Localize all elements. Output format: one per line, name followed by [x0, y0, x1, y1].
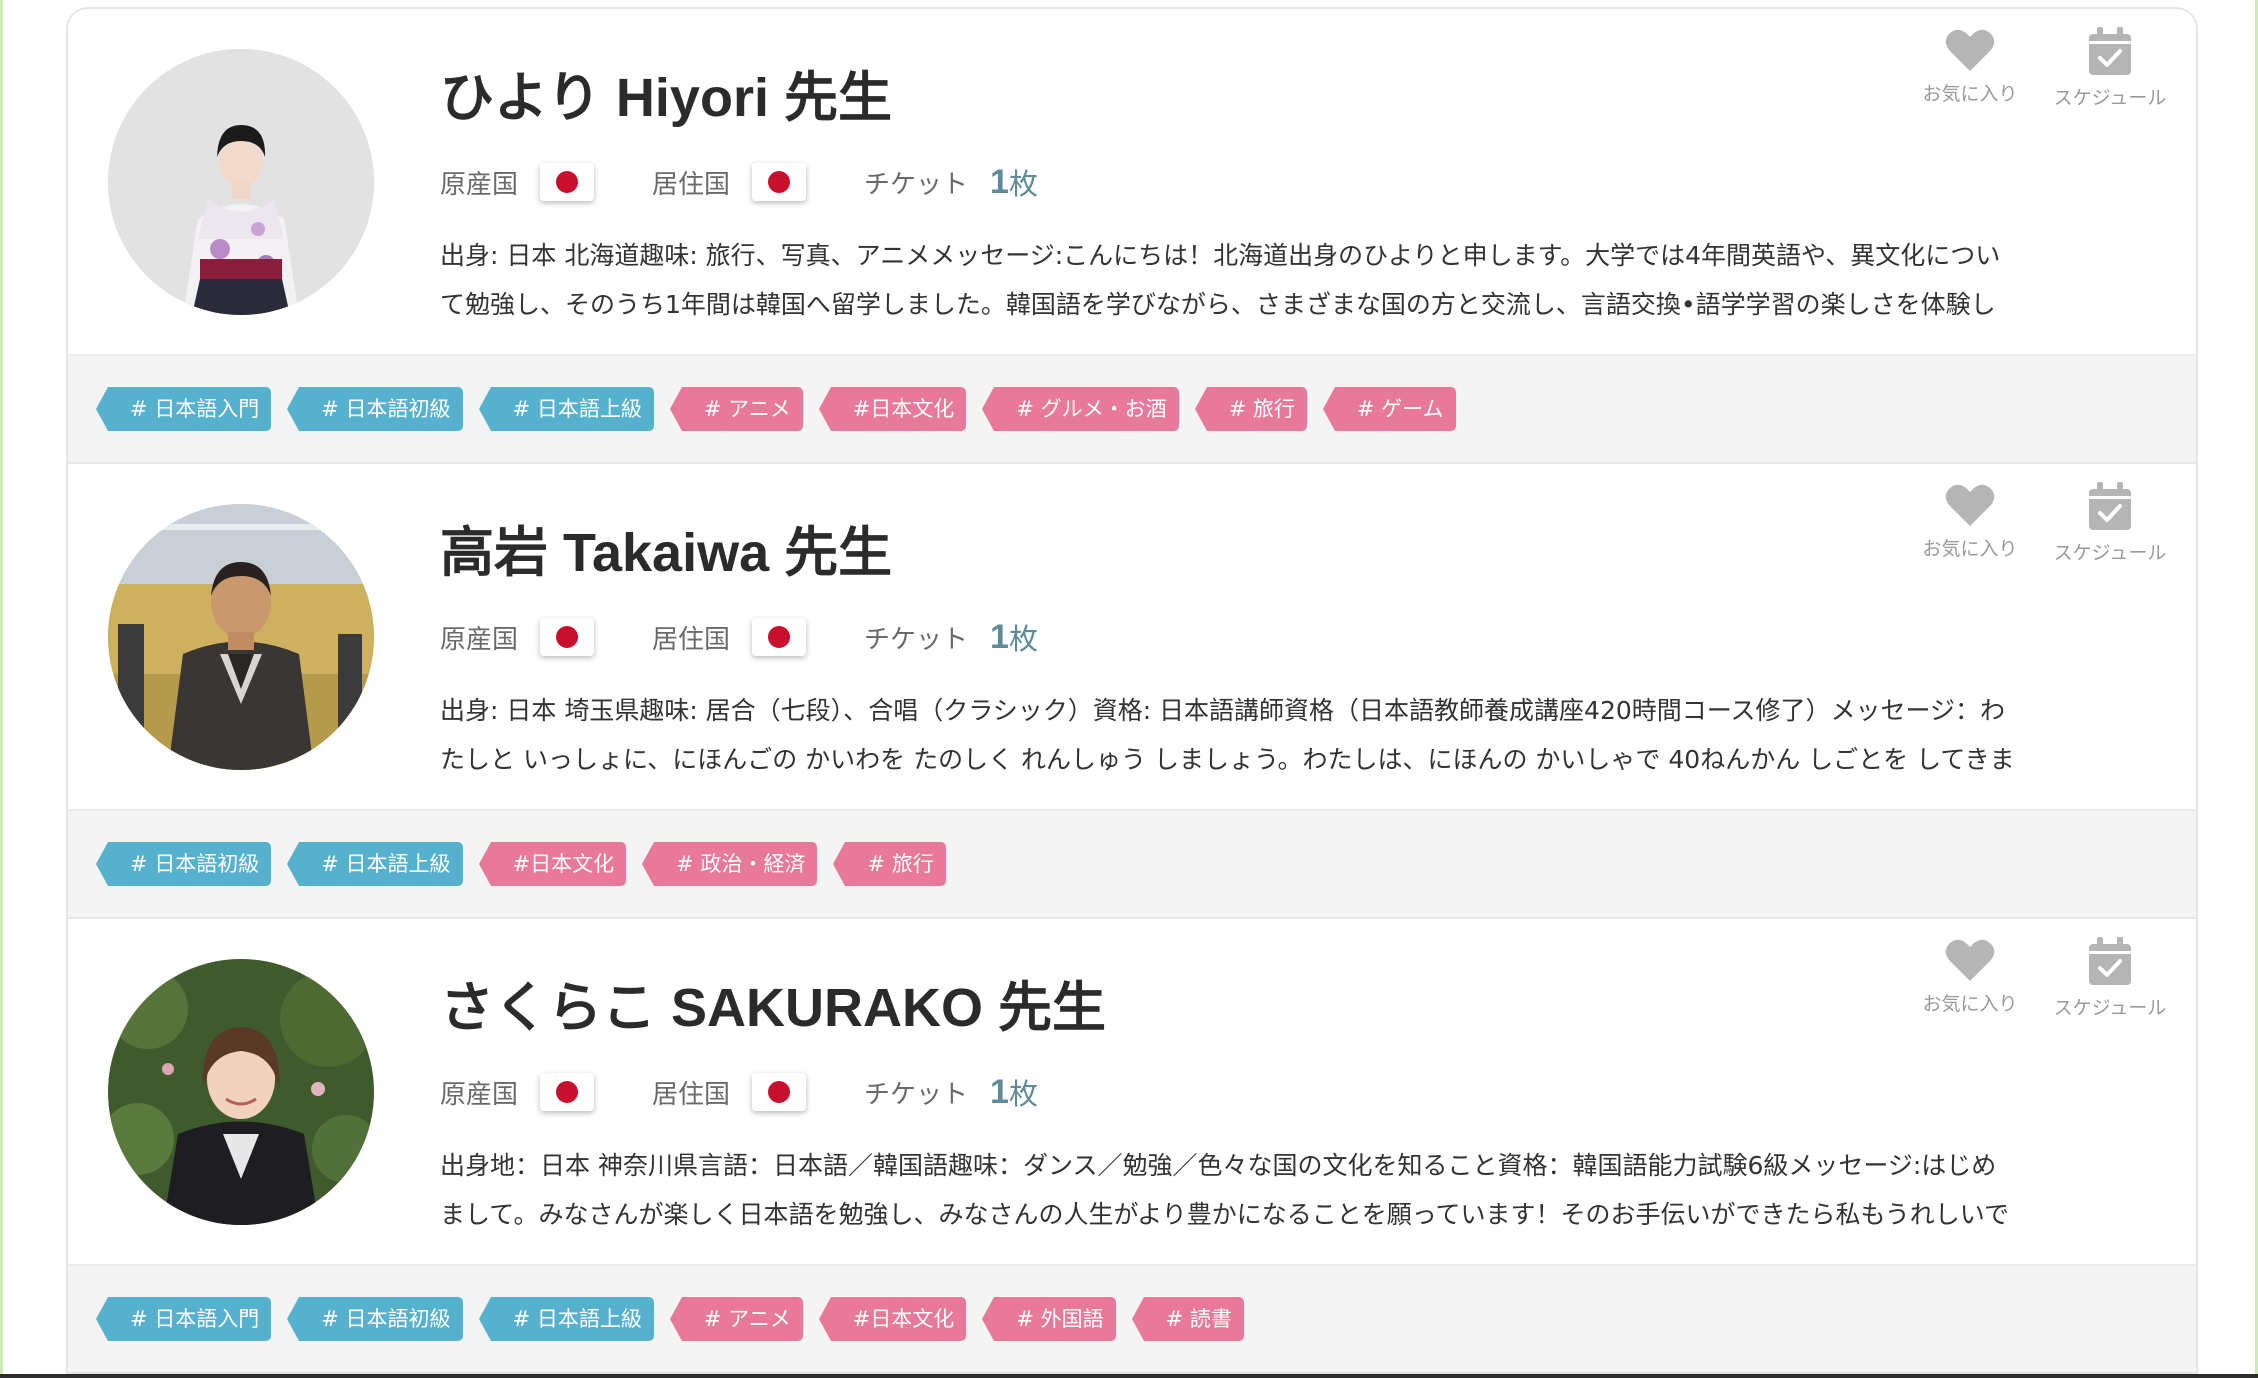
card-actions: お気に入り スケジュール	[1914, 937, 2166, 1020]
teacher-meta: 原産国 居住国 チケット 1 枚	[440, 159, 1038, 205]
ticket-unit: 枚	[1008, 622, 1038, 656]
teacher-card[interactable]: 高岩 Takaiwa 先生 原産国 居住国 チケット 1 枚 出身: 日本 埼玉…	[68, 464, 2196, 919]
teacher-bio: 出身: 日本 北海道趣味: 旅行、写真、アニメメッセージ:こんにちは！北海道出身…	[440, 231, 2160, 331]
tag[interactable]: #日本文化	[478, 842, 627, 886]
heart-icon	[1945, 29, 1995, 71]
tag[interactable]: # 読書	[1131, 1297, 1244, 1341]
ticket-label: チケット	[864, 624, 969, 655]
residence-label: 居住国	[652, 1079, 731, 1110]
japan-flag-icon	[540, 1073, 595, 1111]
residence-label: 居住国	[652, 169, 731, 200]
avatar[interactable]	[108, 49, 374, 315]
teacher-card-body: 高岩 Takaiwa 先生 原産国 居住国 チケット 1 枚 出身: 日本 埼玉…	[68, 464, 2196, 809]
tag-list: # 日本語初級 # 日本語上級 #日本文化 # 政治・経済 # 旅行	[68, 809, 2196, 917]
teacher-card-body: さくらこ SAKURAKO 先生 原産国 居住国 チケット 1 枚 出身地：日本…	[68, 919, 2196, 1264]
tag[interactable]: #日本文化	[818, 387, 967, 431]
tag[interactable]: # グルメ・お酒	[982, 387, 1179, 431]
tag[interactable]: # 日本語入門	[95, 387, 272, 431]
teacher-card-body: ひより Hiyori 先生 原産国 居住国 チケット 1 枚 出身: 日本 北海…	[68, 9, 2196, 354]
tag[interactable]: # 日本語入門	[95, 1297, 272, 1341]
tag[interactable]: # 日本語初級	[287, 387, 463, 431]
bio-line: 出身: 日本 埼玉県趣味: 居合（七段）、合唱（クラシック）資格: 日本語講師資…	[440, 696, 2006, 725]
calendar-icon	[2089, 937, 2131, 985]
schedule-label: スケジュール	[2053, 542, 2167, 564]
tag[interactable]: # 日本語上級	[287, 842, 463, 886]
teacher-name[interactable]: 高岩 Takaiwa 先生	[440, 508, 892, 587]
ticket-count: 1	[990, 162, 1009, 201]
ticket-count: 1	[990, 1072, 1009, 1111]
schedule-button[interactable]: スケジュール	[2054, 27, 2166, 110]
tag[interactable]: # 日本語初級	[287, 1297, 463, 1341]
bio-line: まして。みなさんが楽しく日本語を勉強し、みなさんの人生がより豊かになることを願っ…	[440, 1200, 2010, 1229]
page-bottom-edge	[0, 1374, 2258, 1378]
origin-label: 原産国	[440, 624, 519, 655]
ticket-unit: 枚	[1008, 1077, 1038, 1111]
teacher-name[interactable]: ひより Hiyori 先生	[440, 53, 892, 132]
bio-line: 出身: 日本 北海道趣味: 旅行、写真、アニメメッセージ:こんにちは！北海道出身…	[440, 241, 2001, 270]
favorite-label: お気に入り	[1922, 993, 2018, 1015]
avatar[interactable]	[108, 959, 374, 1225]
tag[interactable]: # ゲーム	[1322, 387, 1456, 431]
tag[interactable]: # 日本語上級	[478, 1297, 654, 1341]
teacher-meta: 原産国 居住国 チケット 1 枚	[440, 1069, 1038, 1115]
teacher-bio: 出身: 日本 埼玉県趣味: 居合（七段）、合唱（クラシック）資格: 日本語講師資…	[440, 686, 2160, 786]
tag[interactable]: # アニメ	[669, 387, 803, 431]
calendar-icon	[2089, 482, 2131, 530]
tag[interactable]: # アニメ	[669, 1297, 803, 1341]
card-actions: お気に入り スケジュール	[1914, 27, 2166, 110]
teacher-list: ひより Hiyori 先生 原産国 居住国 チケット 1 枚 出身: 日本 北海…	[66, 7, 2198, 1374]
favorite-label: お気に入り	[1922, 83, 2018, 105]
ticket-count: 1	[990, 617, 1009, 656]
tag[interactable]: # 政治・経済	[642, 842, 818, 886]
favorite-label: お気に入り	[1922, 538, 2018, 560]
japan-flag-icon	[540, 618, 595, 656]
teacher-meta: 原産国 居住国 チケット 1 枚	[440, 614, 1038, 660]
tag[interactable]: # 旅行	[1194, 387, 1307, 431]
tag[interactable]: # 外国語	[982, 1297, 1116, 1341]
heart-icon	[1945, 939, 1995, 981]
ticket-label: チケット	[864, 1079, 969, 1110]
favorite-button[interactable]: お気に入り	[1914, 27, 2026, 110]
calendar-icon	[2089, 27, 2131, 75]
tag[interactable]: #日本文化	[818, 1297, 967, 1341]
tag[interactable]: # 日本語初級	[95, 842, 272, 886]
origin-label: 原産国	[440, 169, 519, 200]
tag[interactable]: # 日本語上級	[478, 387, 654, 431]
heart-icon	[1945, 484, 1995, 526]
schedule-label: スケジュール	[2053, 997, 2167, 1019]
japan-flag-icon	[752, 1073, 807, 1111]
bio-line: 出身地：日本 神奈川県言語：日本語／韓国語趣味：ダンス／勉強／色々な国の文化を知…	[440, 1151, 1997, 1180]
schedule-button[interactable]: スケジュール	[2054, 482, 2166, 565]
teacher-card[interactable]: ひより Hiyori 先生 原産国 居住国 チケット 1 枚 出身: 日本 北海…	[68, 9, 2196, 464]
ticket-unit: 枚	[1008, 167, 1038, 201]
japan-flag-icon	[752, 163, 807, 201]
favorite-button[interactable]: お気に入り	[1914, 482, 2026, 565]
schedule-button[interactable]: スケジュール	[2054, 937, 2166, 1020]
card-actions: お気に入り スケジュール	[1914, 482, 2166, 565]
bio-line: たしと いっしょに、にほんごの かいわを たのしく れんしゅう しましょう。わた…	[440, 745, 2015, 774]
schedule-label: スケジュール	[2053, 87, 2167, 109]
favorite-button[interactable]: お気に入り	[1914, 937, 2026, 1020]
origin-label: 原産国	[440, 1079, 519, 1110]
tag-list: # 日本語入門 # 日本語初級 # 日本語上級 # アニメ #日本文化 # グル…	[68, 354, 2196, 462]
teacher-card[interactable]: さくらこ SAKURAKO 先生 原産国 居住国 チケット 1 枚 出身地：日本…	[68, 919, 2196, 1374]
left-border-strip	[0, 0, 3, 1378]
teacher-name[interactable]: さくらこ SAKURAKO 先生	[440, 963, 1106, 1042]
tag-list: # 日本語入門 # 日本語初級 # 日本語上級 # アニメ #日本文化 # 外国…	[68, 1264, 2196, 1372]
tag[interactable]: # 旅行	[833, 842, 946, 886]
residence-label: 居住国	[652, 624, 731, 655]
japan-flag-icon	[752, 618, 807, 656]
bio-line: て勉強し、そのうち1年間は韓国へ留学しました。韓国語を学びながら、さまざまな国の…	[440, 290, 1996, 319]
ticket-label: チケット	[864, 169, 969, 200]
japan-flag-icon	[540, 163, 595, 201]
avatar[interactable]	[108, 504, 374, 770]
teacher-bio: 出身地：日本 神奈川県言語：日本語／韓国語趣味：ダンス／勉強／色々な国の文化を知…	[440, 1141, 2160, 1241]
